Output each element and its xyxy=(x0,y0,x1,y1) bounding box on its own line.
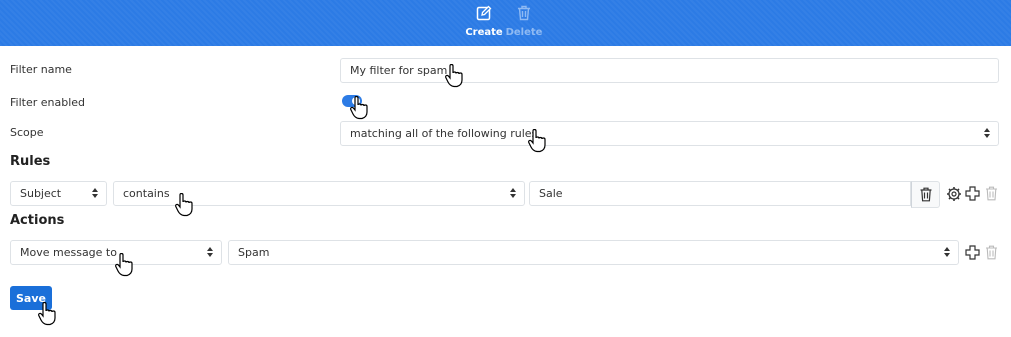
filter-name-value: My filter for spam xyxy=(350,64,448,77)
hand-pointer-cursor-icon xyxy=(115,253,133,277)
select-arrows-icon xyxy=(92,188,98,199)
rules-heading: Rules xyxy=(10,154,51,169)
action-target-select[interactable]: Spam xyxy=(228,240,959,265)
add-rule-plus-icon[interactable] xyxy=(965,186,980,201)
hand-pointer-cursor-icon xyxy=(350,96,368,120)
hand-pointer-cursor-icon xyxy=(175,193,193,217)
edit-icon xyxy=(476,5,492,21)
trash-icon xyxy=(518,5,530,21)
filter-name-label: Filter name xyxy=(10,63,72,76)
rule-field-value: Subject xyxy=(20,187,62,200)
filter-name-input[interactable]: My filter for spam xyxy=(340,58,999,83)
delete-label: Delete xyxy=(505,27,543,38)
scope-select[interactable]: matching all of the following rules xyxy=(340,121,999,146)
select-arrows-icon xyxy=(944,247,950,258)
hand-pointer-cursor-icon xyxy=(38,302,56,326)
delete-button[interactable]: Delete xyxy=(504,5,544,41)
scope-label: Scope xyxy=(10,126,44,139)
select-arrows-icon xyxy=(510,188,516,199)
remove-action-trash-icon[interactable] xyxy=(985,245,998,260)
rule-value-text: Sale xyxy=(539,187,563,200)
hand-pointer-cursor-icon xyxy=(445,64,463,88)
rule-field-select[interactable]: Subject xyxy=(10,181,107,206)
create-button[interactable]: Create xyxy=(464,5,504,41)
hand-pointer-cursor-icon xyxy=(528,129,546,153)
select-arrows-icon xyxy=(207,247,213,258)
actions-heading: Actions xyxy=(10,213,65,228)
action-target-value: Spam xyxy=(238,246,270,259)
create-label: Create xyxy=(465,27,503,38)
add-action-plus-icon[interactable] xyxy=(965,245,980,260)
top-toolbar: Create Delete xyxy=(0,0,1011,46)
action-type-value: Move message to xyxy=(20,246,117,259)
filter-enabled-label: Filter enabled xyxy=(10,96,86,109)
scope-value: matching all of the following rules xyxy=(350,127,538,140)
trash-icon xyxy=(920,187,932,202)
gear-icon[interactable] xyxy=(946,186,962,202)
rule-operator-value: contains xyxy=(123,187,170,200)
remove-rule-trash-icon[interactable] xyxy=(985,186,998,201)
select-arrows-icon xyxy=(984,128,990,139)
rule-value-input[interactable]: Sale xyxy=(529,181,911,206)
rule-clear-button[interactable] xyxy=(911,181,940,208)
